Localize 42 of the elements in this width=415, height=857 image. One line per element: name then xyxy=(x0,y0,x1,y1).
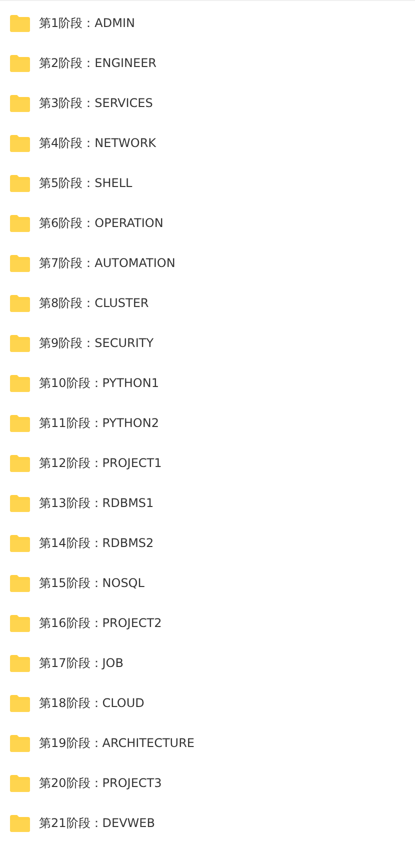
folder-name[interactable]: 第4阶段：NETWORK xyxy=(39,134,156,152)
folder-name[interactable]: 第6阶段：OPERATION xyxy=(39,214,164,232)
folder-icon xyxy=(9,534,30,552)
folder-icon xyxy=(9,494,30,512)
folder-name[interactable]: 第15阶段：NOSQL xyxy=(39,574,144,592)
folder-name[interactable]: 第18阶段：CLOUD xyxy=(39,694,144,712)
folder-name[interactable]: 第20阶段：PROJECT3 xyxy=(39,774,162,792)
folder-icon xyxy=(9,214,30,232)
folder-name[interactable]: 第19阶段：ARCHITECTURE xyxy=(39,734,194,752)
folder-icon xyxy=(9,94,30,112)
folder-icon xyxy=(9,254,30,272)
folder-name[interactable]: 第2阶段：ENGINEER xyxy=(39,54,157,72)
folder-icon xyxy=(9,334,30,352)
folder-name[interactable]: 第14阶段：RDBMS2 xyxy=(39,534,154,552)
folder-name[interactable]: 第8阶段：CLUSTER xyxy=(39,294,149,312)
folder-icon xyxy=(9,694,30,712)
folder-name[interactable]: 第17阶段：JOB xyxy=(39,654,124,672)
folder-icon xyxy=(9,774,30,792)
folder-name[interactable]: 第1阶段：ADMIN xyxy=(39,14,135,32)
folder-name[interactable]: 第7阶段：AUTOMATION xyxy=(39,254,176,272)
folder-icon xyxy=(9,814,30,832)
folder-icon xyxy=(9,654,30,672)
folder-icon xyxy=(9,54,30,72)
folder-name[interactable]: 第10阶段：PYTHON1 xyxy=(39,374,159,392)
folder-icon xyxy=(9,614,30,632)
folder-name[interactable]: 第9阶段：SECURITY xyxy=(39,334,154,352)
folder-icon xyxy=(9,174,30,192)
folder-icon xyxy=(9,414,30,432)
folder-name[interactable]: 第11阶段：PYTHON2 xyxy=(39,414,159,432)
folder-icon xyxy=(9,294,30,312)
folder-icon xyxy=(9,14,30,32)
folder-name[interactable]: 第16阶段：PROJECT2 xyxy=(39,614,162,632)
folder-name[interactable]: 第12阶段：PROJECT1 xyxy=(39,454,162,472)
folder-icon xyxy=(9,454,30,472)
folder-name[interactable]: 第13阶段：RDBMS1 xyxy=(39,494,154,512)
folder-icon xyxy=(9,374,30,392)
folder-name[interactable]: 第3阶段：SERVICES xyxy=(39,94,153,112)
folder-icon xyxy=(9,574,30,592)
folder-icon xyxy=(9,734,30,752)
folder-name[interactable]: 第5阶段：SHELL xyxy=(39,174,132,192)
folder-icon xyxy=(9,134,30,152)
folder-name[interactable]: 第21阶段：DEVWEB xyxy=(39,814,155,832)
